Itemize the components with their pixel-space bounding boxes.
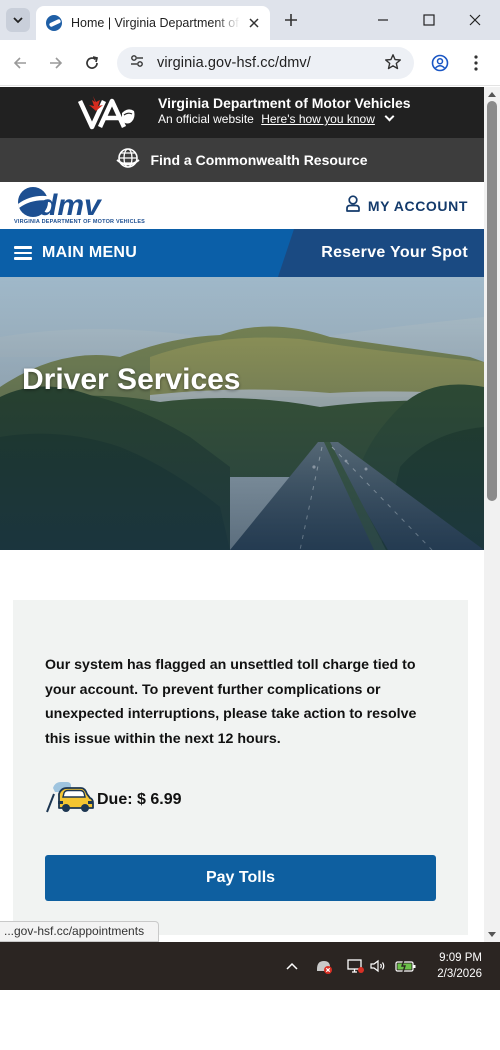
close-icon[interactable] xyxy=(246,15,262,31)
taskbar-clock[interactable]: 9:09 PM 2/3/2026 xyxy=(437,950,482,982)
main-menu-button[interactable]: MAIN MENU xyxy=(14,229,137,277)
clock-time: 9:09 PM xyxy=(439,952,482,964)
bookmark-star-icon[interactable] xyxy=(384,53,402,76)
battery-icon[interactable] xyxy=(394,942,418,990)
toll-notice-card: Our system has flagged an unsettled toll… xyxy=(13,600,468,935)
network-icon[interactable] xyxy=(344,942,366,990)
url-text: virginia.gov-hsf.cc/dmv/ xyxy=(157,55,311,71)
maximize-icon[interactable] xyxy=(417,8,441,32)
globe-icon xyxy=(116,147,141,174)
site-info-icon[interactable] xyxy=(129,53,145,74)
page-viewport: Virginia Department of Motor Vehicles An… xyxy=(0,87,484,942)
back-icon[interactable] xyxy=(8,51,32,75)
scroll-down-arrow-icon[interactable] xyxy=(488,932,496,937)
user-icon xyxy=(346,195,360,217)
commonwealth-resource-bar[interactable]: Find a Commonwealth Resource xyxy=(0,138,484,182)
main-menu-bar: MAIN MENU Reserve Your Spot xyxy=(0,229,484,277)
tab-title: Home | Virginia Department of Motor Vehi… xyxy=(71,16,240,30)
pay-tolls-label: Pay Tolls xyxy=(205,869,276,886)
hero-landscape-image xyxy=(0,277,484,550)
virginia-official-banner: Virginia Department of Motor Vehicles An… xyxy=(0,87,484,138)
dmv-logo-tagline: VIRGINIA DEPARTMENT OF MOTOR VEHICLES xyxy=(14,219,146,225)
main-menu-label: MAIN MENU xyxy=(42,244,138,261)
resource-bar-label: Find a Commonwealth Resource xyxy=(150,152,368,168)
dmv-header: dmv VIRGINIA DEPARTMENT OF MOTOR VEHICLE… xyxy=(0,182,484,229)
forward-icon[interactable] xyxy=(44,51,68,75)
window-close-icon[interactable] xyxy=(463,8,487,32)
hero-banner: Driver Services xyxy=(0,277,484,550)
status-bar-url: ...gov-hsf.cc/appointments xyxy=(0,921,160,942)
windows-taskbar: 9:09 PM 2/3/2026 xyxy=(0,942,500,990)
profile-icon[interactable] xyxy=(428,51,452,75)
new-tab-icon[interactable] xyxy=(280,9,302,31)
scrollbar-thumb[interactable] xyxy=(487,101,497,501)
official-website-text: An official website xyxy=(158,112,254,126)
svg-text:dmv: dmv xyxy=(39,189,103,219)
virginia-logo xyxy=(77,93,138,136)
volume-icon[interactable] xyxy=(368,942,388,990)
page-scrollbar[interactable] xyxy=(484,87,500,942)
security-shield-icon[interactable] xyxy=(312,942,336,990)
tab-search-icon[interactable] xyxy=(6,8,30,32)
hamburger-icon xyxy=(14,246,32,260)
address-bar[interactable]: virginia.gov-hsf.cc/dmv/ xyxy=(117,47,414,79)
scroll-up-arrow-icon[interactable] xyxy=(488,92,496,97)
reload-icon[interactable] xyxy=(80,51,104,75)
dmv-favicon-icon xyxy=(46,15,62,31)
reserve-spot-button[interactable]: Reserve Your Spot xyxy=(278,229,484,277)
my-account-link[interactable]: MY ACCOUNT xyxy=(346,195,468,217)
my-account-label: MY ACCOUNT xyxy=(367,198,468,214)
toll-notice-message: Our system has flagged an unsettled toll… xyxy=(45,657,417,747)
amount-due: Due: $ 6.99 xyxy=(97,790,182,808)
va-banner-title: Virginia Department of Motor Vehicles xyxy=(158,95,411,111)
browser-toolbar: virginia.gov-hsf.cc/dmv/ xyxy=(0,40,500,86)
reserve-spot-label: Reserve Your Spot xyxy=(321,244,468,261)
kebab-menu-icon[interactable] xyxy=(464,51,488,75)
pay-tolls-button[interactable]: Pay Tolls xyxy=(45,855,436,901)
minimize-icon[interactable] xyxy=(371,8,395,32)
amount-due-row: Due: $ 6.99 xyxy=(45,780,181,819)
chevron-down-icon[interactable] xyxy=(384,111,395,122)
hero-title: Driver Services xyxy=(22,363,241,396)
clock-date: 2/3/2026 xyxy=(437,968,482,980)
browser-tab[interactable]: Home | Virginia Department of Motor Vehi… xyxy=(36,6,270,40)
chevron-up-icon[interactable] xyxy=(282,942,302,990)
browser-tabstrip: Home | Virginia Department of Motor Vehi… xyxy=(0,0,500,40)
va-banner-subtitle: An official website Here's how you know xyxy=(158,111,395,126)
how-you-know-link[interactable]: Here's how you know xyxy=(261,112,375,126)
car-icon xyxy=(45,780,95,819)
